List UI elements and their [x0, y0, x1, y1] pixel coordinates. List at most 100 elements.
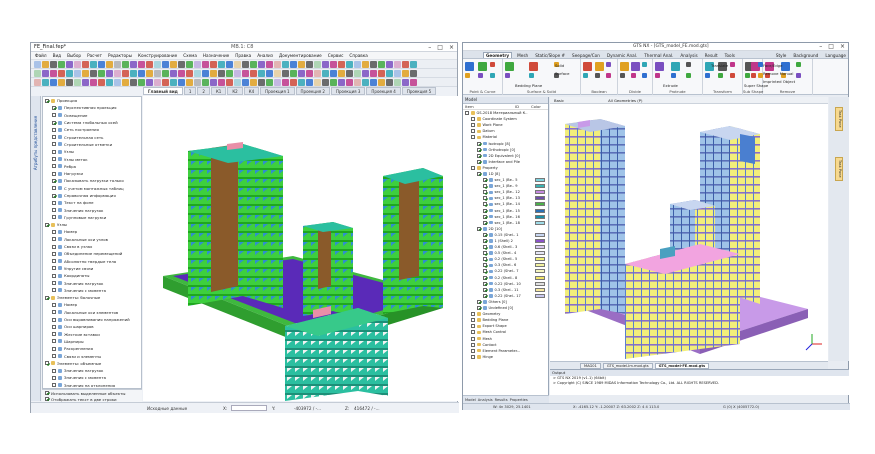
tree-item[interactable]: Строительная сеть [43, 133, 141, 140]
checkbox[interactable] [52, 375, 56, 380]
toolbar-button-icon[interactable] [74, 60, 81, 68]
toolbar-button-icon[interactable] [338, 78, 345, 86]
toolbar-button-icon[interactable] [330, 60, 337, 68]
checkbox[interactable] [483, 281, 487, 286]
ribbon-tool-icon[interactable] [745, 73, 750, 78]
checkbox[interactable] [465, 111, 469, 116]
checkbox[interactable] [471, 123, 475, 128]
ribbon-tool-icon[interactable] [796, 73, 802, 78]
toolbar-button-icon[interactable] [330, 69, 337, 77]
ribbon-tool-icon[interactable] [620, 73, 625, 78]
tree-item[interactable]: Перспективная проекция [43, 104, 141, 111]
ribbon-right-item-2[interactable]: Language [823, 53, 848, 58]
toolbar-button-icon[interactable] [314, 69, 321, 77]
toolbar-button-icon[interactable] [402, 78, 409, 86]
toolbar-button-icon[interactable] [410, 78, 417, 86]
checkbox[interactable] [52, 354, 56, 359]
ribbon-item-label[interactable]: Face/Edge [763, 63, 782, 68]
toolbar-button-icon[interactable] [154, 78, 161, 86]
toolbar-button-icon[interactable] [226, 60, 233, 68]
checkbox[interactable] [471, 336, 475, 341]
toolbar-button-icon[interactable] [258, 69, 265, 77]
checkbox[interactable] [471, 330, 475, 335]
toolbar-button-icon[interactable] [274, 60, 281, 68]
ribbon-tool-icon[interactable] [757, 62, 763, 67]
toolbar-button-icon[interactable] [50, 69, 57, 77]
toolbar-button-icon[interactable] [282, 78, 289, 86]
view-tab-3[interactable]: К1 [210, 87, 227, 95]
ribbon-item-label[interactable]: Solid [555, 63, 564, 68]
toolbar-button-icon[interactable] [402, 69, 409, 77]
tree-item[interactable]: Элементы: объемные [43, 360, 141, 367]
toolbar-button-icon[interactable] [98, 69, 105, 77]
toolbar-button-icon[interactable] [42, 78, 49, 86]
toolbar-button-icon[interactable] [154, 69, 161, 77]
ribbon-tool-icon[interactable] [796, 62, 802, 67]
toolbar-button-icon[interactable] [106, 69, 113, 77]
toolbar-button-icon[interactable] [122, 69, 129, 77]
toolbar-button-icon[interactable] [186, 78, 193, 86]
tree-item[interactable]: Значения нагрузок [43, 367, 141, 374]
toolbar-button-icon[interactable] [194, 78, 201, 86]
ribbon-right-item-0[interactable]: Style [774, 53, 789, 58]
checkbox[interactable] [477, 147, 481, 152]
tree-item[interactable]: Шарниры [43, 338, 141, 345]
checkbox[interactable] [477, 306, 481, 311]
tree-item[interactable]: Сеть построения [43, 126, 141, 133]
checkbox[interactable] [52, 346, 56, 351]
checkbox[interactable] [477, 226, 481, 231]
checkbox[interactable] [483, 190, 487, 195]
model-tab-3[interactable]: Properties [510, 398, 528, 402]
tree-item[interactable]: Номер [43, 228, 141, 235]
toolbar-button-icon[interactable] [170, 69, 177, 77]
checkbox[interactable] [52, 215, 56, 220]
ribbon-tool-icon[interactable] [655, 73, 660, 78]
ribbon-tool-icon[interactable] [620, 62, 629, 71]
toolbar-button-icon[interactable] [194, 60, 201, 68]
tree-item[interactable]: Координаты [43, 272, 141, 279]
checkbox[interactable] [471, 342, 475, 347]
ribbon-tool-icon[interactable] [655, 62, 664, 71]
checkbox[interactable] [52, 186, 56, 191]
checkbox[interactable] [471, 117, 475, 122]
toolbar-button-icon[interactable] [266, 78, 273, 86]
toolbar-button-icon[interactable] [394, 69, 401, 77]
tree-item[interactable]: Значения нагрузок [43, 206, 141, 213]
toolbar-button-icon[interactable] [186, 69, 193, 77]
ribbon-tool-icon[interactable] [594, 62, 604, 71]
ribbon-tool-icon[interactable] [630, 73, 636, 78]
checkbox[interactable] [52, 229, 56, 234]
view-tab-2[interactable]: 2 [197, 87, 210, 95]
tree-item[interactable]: Узлы [43, 221, 141, 228]
toolbar-button-icon[interactable] [338, 60, 345, 68]
toolbar-button-icon[interactable] [178, 78, 185, 86]
toolbar-button-icon[interactable] [362, 60, 369, 68]
tree-item[interactable]: Номер [43, 301, 141, 308]
tree-item[interactable]: Жесткие вставки [43, 331, 141, 338]
document-tab-2[interactable]: GTS_model-FE.mod.gts [654, 362, 710, 369]
toolbar-button-icon[interactable] [210, 60, 217, 68]
toolbar-button-icon[interactable] [282, 69, 289, 77]
toolbar-button-icon[interactable] [338, 69, 345, 77]
tree-item[interactable]: Строительные отметки [43, 141, 141, 148]
checkbox[interactable] [483, 202, 487, 207]
toolbar-button-icon[interactable] [210, 69, 217, 77]
checkbox[interactable] [471, 165, 475, 170]
view-mode-label[interactable]: Basic [554, 98, 564, 103]
menu-item-0[interactable]: Файл [35, 53, 47, 58]
tree-item[interactable]: Значения на отклонения [43, 382, 141, 388]
toolbar-button-icon[interactable] [146, 78, 153, 86]
toolbar-button-icon[interactable] [138, 60, 145, 68]
option-checkbox[interactable] [45, 391, 49, 395]
toolbar-button-icon[interactable] [162, 78, 169, 86]
toolbar-button-icon[interactable] [250, 69, 257, 77]
toolbar-button-icon[interactable] [386, 60, 393, 68]
toolbar-button-icon[interactable] [394, 78, 401, 86]
toolbar-button-icon[interactable] [378, 60, 385, 68]
checkbox[interactable] [483, 293, 487, 298]
checkbox[interactable] [477, 141, 481, 146]
checkbox[interactable] [45, 222, 49, 227]
document-tab-1[interactable]: GTS_model-Im.mod.gts [602, 362, 653, 369]
toolbar-button-icon[interactable] [314, 78, 321, 86]
toolbar-button-icon[interactable] [50, 78, 57, 86]
